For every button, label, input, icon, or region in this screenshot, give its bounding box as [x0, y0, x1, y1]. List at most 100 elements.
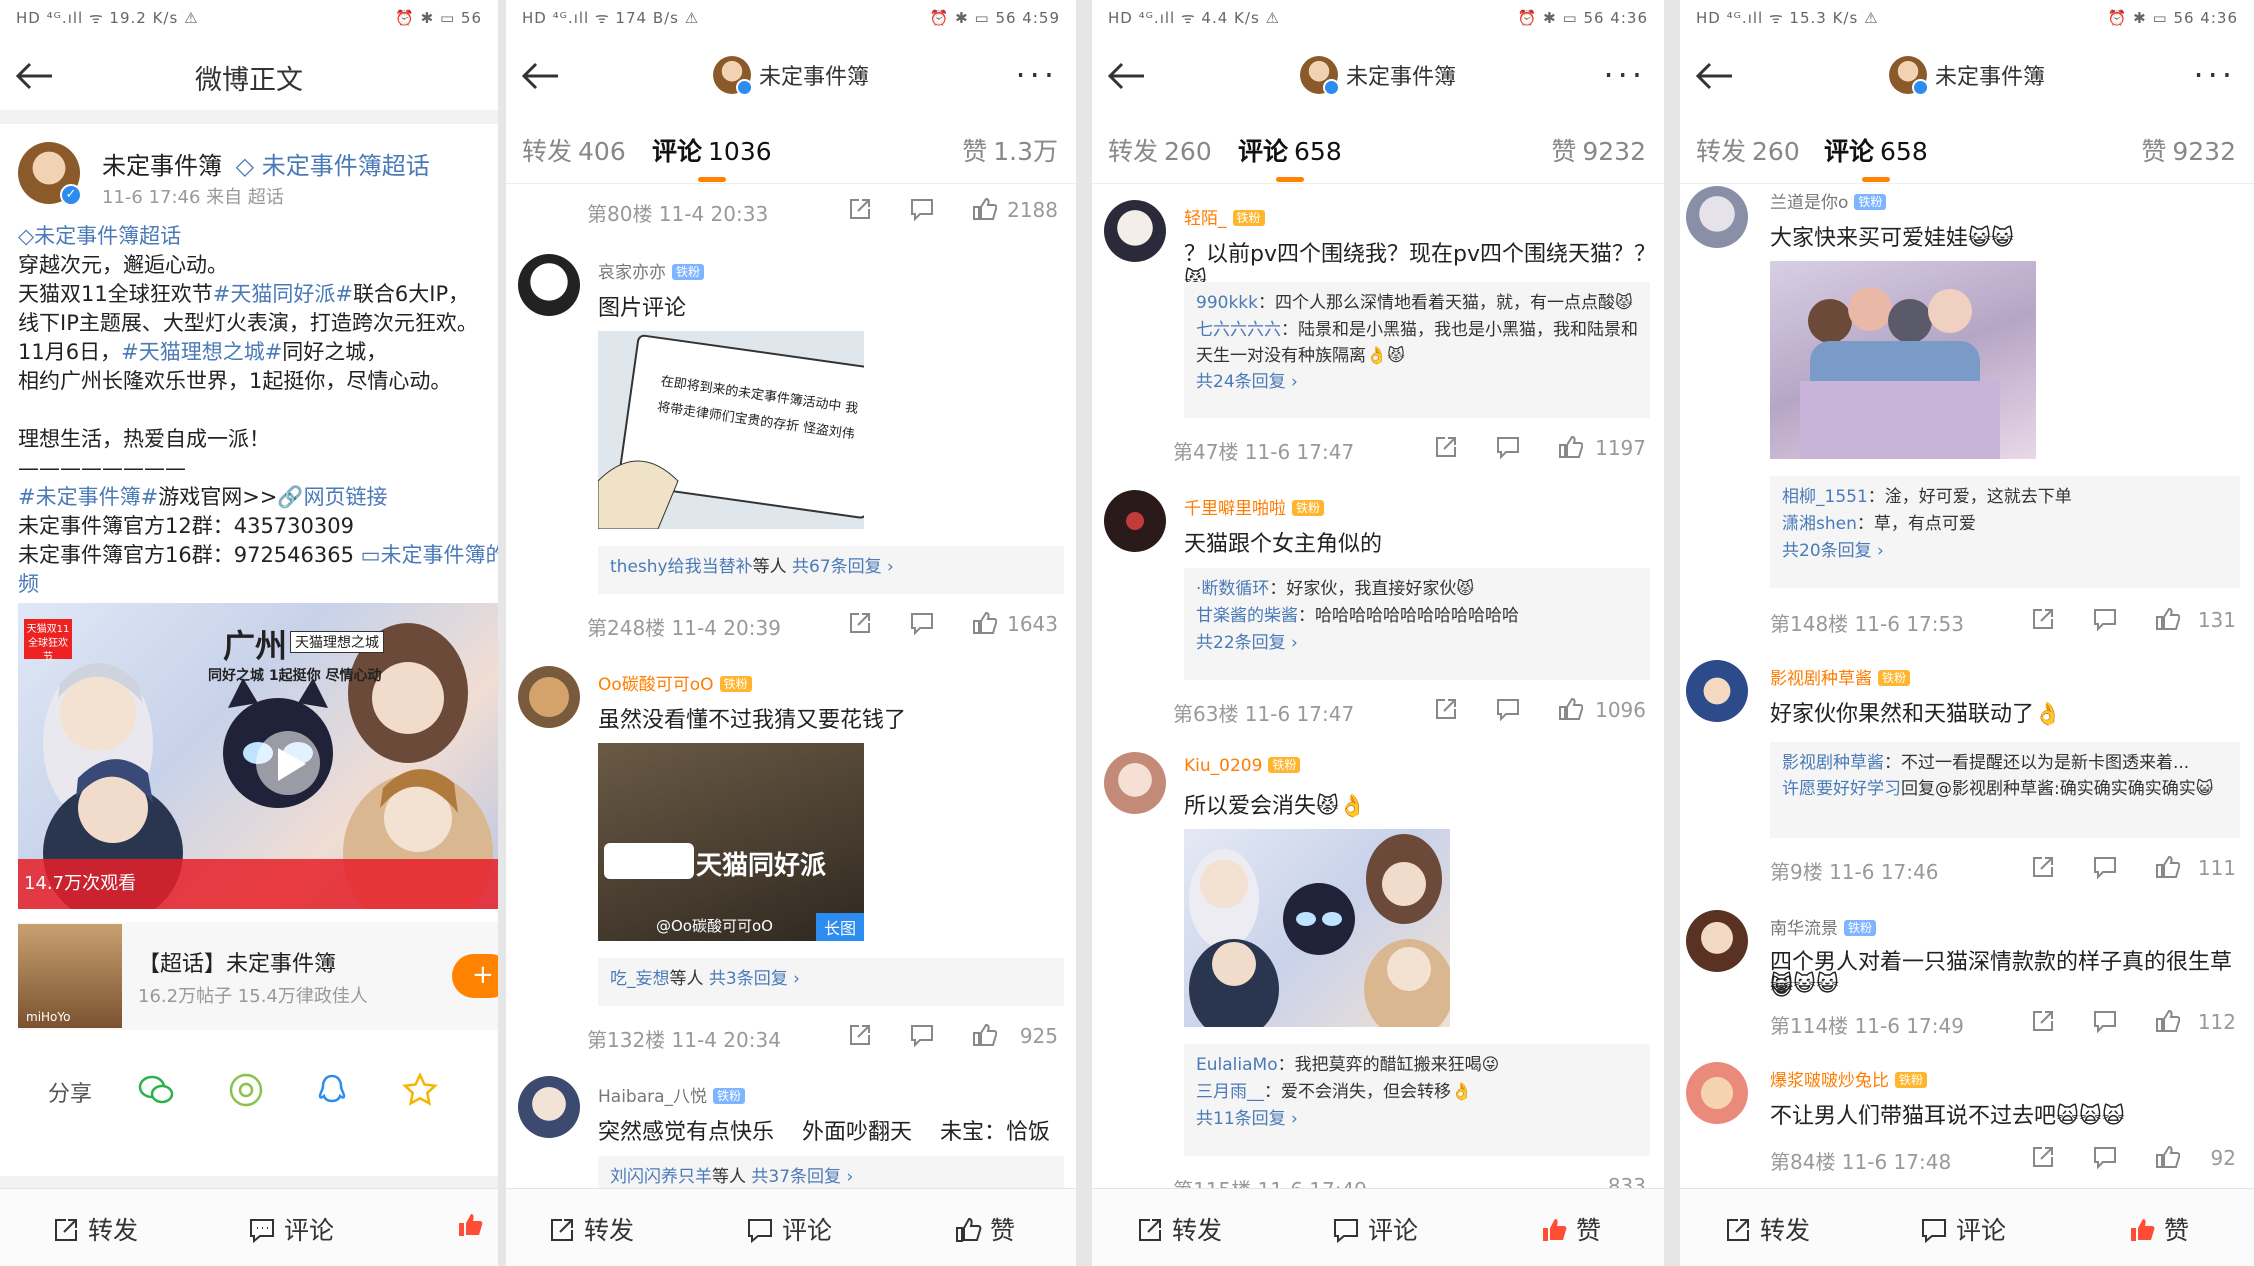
tab-comment[interactable]: 评论 658: [1238, 132, 1342, 182]
tab-repost[interactable]: 转发 260: [1696, 132, 1800, 168]
reply-user[interactable]: 影视剧种草酱: [1782, 753, 1884, 773]
like-icon[interactable]: [971, 1022, 998, 1053]
repost-button[interactable]: 转发: [52, 1211, 138, 1247]
tab-repost[interactable]: 转发 260: [1108, 132, 1212, 168]
commenter-name[interactable]: 轻陌_ 铁粉: [1184, 204, 1265, 229]
reply-box[interactable]: 影视剧种草酱：不过一看提醒还以为是新卡图透来着... 许愿要好好学习回复@影视剧…: [1770, 742, 2240, 838]
commenter-name[interactable]: Kiu_0209 铁粉: [1184, 756, 1301, 776]
reply-user[interactable]: 990kkk: [1196, 293, 1258, 313]
more-dots-icon[interactable]: ···: [2193, 56, 2236, 94]
hashtag-link[interactable]: #未定事件簿#: [18, 485, 158, 509]
author-avatar[interactable]: ✓: [18, 142, 82, 206]
reply-summary[interactable]: theshy给我当替补等人 共67条回复 ›: [598, 546, 1064, 594]
like-icon[interactable]: [2154, 1144, 2181, 1175]
commenter-name[interactable]: 影视剧种草酱 铁粉: [1770, 664, 1911, 689]
commenter-avatar[interactable]: [1686, 186, 1748, 248]
tab-like[interactable]: 赞 1.3万: [962, 132, 1058, 168]
reply-user[interactable]: 七六六六六: [1196, 320, 1281, 340]
commenter-name[interactable]: 南华流景 铁粉: [1770, 914, 1877, 939]
author-name[interactable]: 未定事件簿 ◇ 未定事件簿超话: [102, 146, 430, 181]
reply-more-link[interactable]: 共24条回复 ›: [1196, 369, 1638, 396]
reply-icon[interactable]: [1495, 696, 1521, 727]
like-button[interactable]: 赞: [954, 1211, 1015, 1247]
reply-user[interactable]: EulaliaMo: [1196, 1055, 1278, 1075]
commenter-avatar[interactable]: [1104, 200, 1166, 262]
like-icon[interactable]: [2154, 854, 2181, 885]
reply-icon[interactable]: [2092, 1144, 2118, 1175]
reply-user[interactable]: 潇湘shen: [1782, 514, 1857, 534]
more-dots-icon[interactable]: ···: [1015, 56, 1058, 94]
super-topic-link[interactable]: ◇ 未定事件簿超话: [236, 152, 430, 180]
comment-image[interactable]: [1770, 261, 2036, 459]
reply-user[interactable]: 刘闪闪养只羊: [610, 1167, 712, 1187]
repost-icon[interactable]: [1433, 434, 1459, 465]
commenter-name[interactable]: 爆浆啵啵炒兔比 铁粉: [1770, 1066, 1928, 1091]
comment-image[interactable]: [1184, 829, 1450, 1027]
more-dots-icon[interactable]: ···: [1603, 56, 1646, 94]
reply-user[interactable]: 吃_妄想: [610, 969, 670, 989]
repost-icon[interactable]: [2030, 854, 2056, 885]
reply-icon[interactable]: [909, 1022, 935, 1053]
commenter-avatar[interactable]: [1686, 1062, 1748, 1124]
reply-user[interactable]: 许愿要好好学习: [1782, 779, 1901, 799]
comment-button[interactable]: 评论: [1920, 1211, 2006, 1247]
reply-icon[interactable]: [909, 610, 935, 641]
tab-comment[interactable]: 评论 1036: [652, 132, 772, 182]
moments-icon[interactable]: [226, 1070, 266, 1110]
reply-box[interactable]: EulaliaMo：我把莫弈的醋缸搬来狂喝😜 三月雨__：爱不会消失，但会转移👌…: [1184, 1044, 1650, 1156]
repost-icon[interactable]: [1433, 696, 1459, 727]
reply-user[interactable]: ·断数循环: [1196, 579, 1269, 599]
commenter-name[interactable]: Oo碳酸可可oO 铁粉: [598, 670, 752, 695]
reply-box[interactable]: ·断数循环：好家伙，我直接好家伙😾 甘楽酱的柴酱：哈哈哈哈哈哈哈哈哈哈哈哈 共2…: [1184, 568, 1650, 680]
video-link[interactable]: ▭未定事件簿的微: [361, 543, 498, 567]
like-icon[interactable]: [971, 196, 998, 227]
video-player[interactable]: 天猫双11全球狂欢节 广州 天猫理想之城 同好之城 1起挺你 尽情心动 14.7…: [18, 603, 498, 909]
nav-user[interactable]: 未定事件簿: [506, 56, 1076, 96]
reply-more-link[interactable]: 共22条回复 ›: [1196, 630, 1638, 657]
repost-icon[interactable]: [847, 1022, 873, 1053]
tab-like[interactable]: 赞 9232: [2141, 132, 2236, 168]
like-icon[interactable]: [2154, 1008, 2181, 1039]
tab-like[interactable]: 赞 9232: [1551, 132, 1646, 168]
nav-user[interactable]: 未定事件簿: [1680, 56, 2254, 96]
qq-icon[interactable]: [312, 1070, 352, 1110]
reply-summary[interactable]: 吃_妄想等人 共3条回复 ›: [598, 958, 1064, 1006]
post-line[interactable]: 频: [18, 570, 484, 599]
repost-icon[interactable]: [847, 610, 873, 641]
reply-more-link[interactable]: 共67条回复 ›: [792, 557, 894, 577]
comment-button[interactable]: 评论: [1332, 1211, 1418, 1247]
reply-icon[interactable]: [2092, 854, 2118, 885]
reply-box[interactable]: 相柳_1551：淦，好可爱，这就去下单 潇湘shen：草，有点可爱 共20条回复…: [1770, 476, 2240, 588]
like-button[interactable]: 赞: [2128, 1211, 2189, 1247]
commenter-name[interactable]: Haibara_八悦 铁粉: [598, 1082, 746, 1107]
like-icon[interactable]: [1557, 434, 1584, 465]
comment-button[interactable]: 评论: [248, 1211, 334, 1247]
reply-box[interactable]: 990kkk：四个人那么深情地看着天猫，就，有一点点酸😾 七六六六六：陆景和是小…: [1184, 282, 1650, 418]
reply-icon[interactable]: [909, 196, 935, 227]
repost-icon[interactable]: [2030, 1008, 2056, 1039]
hashtag-link[interactable]: #天猫理想之城#: [121, 340, 282, 364]
commenter-avatar[interactable]: [1104, 490, 1166, 552]
tab-comment[interactable]: 评论 658: [1824, 132, 1928, 182]
post-line[interactable]: ◇未定事件簿超话: [18, 222, 484, 251]
reply-more-link[interactable]: 共11条回复 ›: [1196, 1106, 1638, 1133]
like-icon[interactable]: [1557, 696, 1584, 727]
reply-user[interactable]: 相柳_1551: [1782, 487, 1868, 507]
commenter-name[interactable]: 兰道是你o 铁粉: [1770, 188, 1887, 213]
repost-icon[interactable]: [2030, 606, 2056, 637]
commenter-avatar[interactable]: [518, 254, 580, 316]
favorite-star-icon[interactable]: [400, 1070, 440, 1110]
commenter-avatar[interactable]: [518, 1076, 580, 1138]
reply-icon[interactable]: [2092, 1008, 2118, 1039]
commenter-avatar[interactable]: [1686, 660, 1748, 722]
reply-icon[interactable]: [1495, 434, 1521, 465]
reply-more-link[interactable]: 共20条回复 ›: [1782, 538, 2228, 565]
repost-button[interactable]: 转发: [1136, 1211, 1222, 1247]
reply-user[interactable]: 甘楽酱的柴酱: [1196, 606, 1298, 626]
like-icon[interactable]: [2154, 606, 2181, 637]
commenter-name[interactable]: 千里噼里啪啦 铁粉: [1184, 494, 1325, 519]
reply-more-link[interactable]: 共3条回复 ›: [709, 969, 800, 989]
nav-user[interactable]: 未定事件簿: [1092, 56, 1664, 96]
commenter-avatar[interactable]: [518, 666, 580, 728]
repost-icon[interactable]: [2030, 1144, 2056, 1175]
